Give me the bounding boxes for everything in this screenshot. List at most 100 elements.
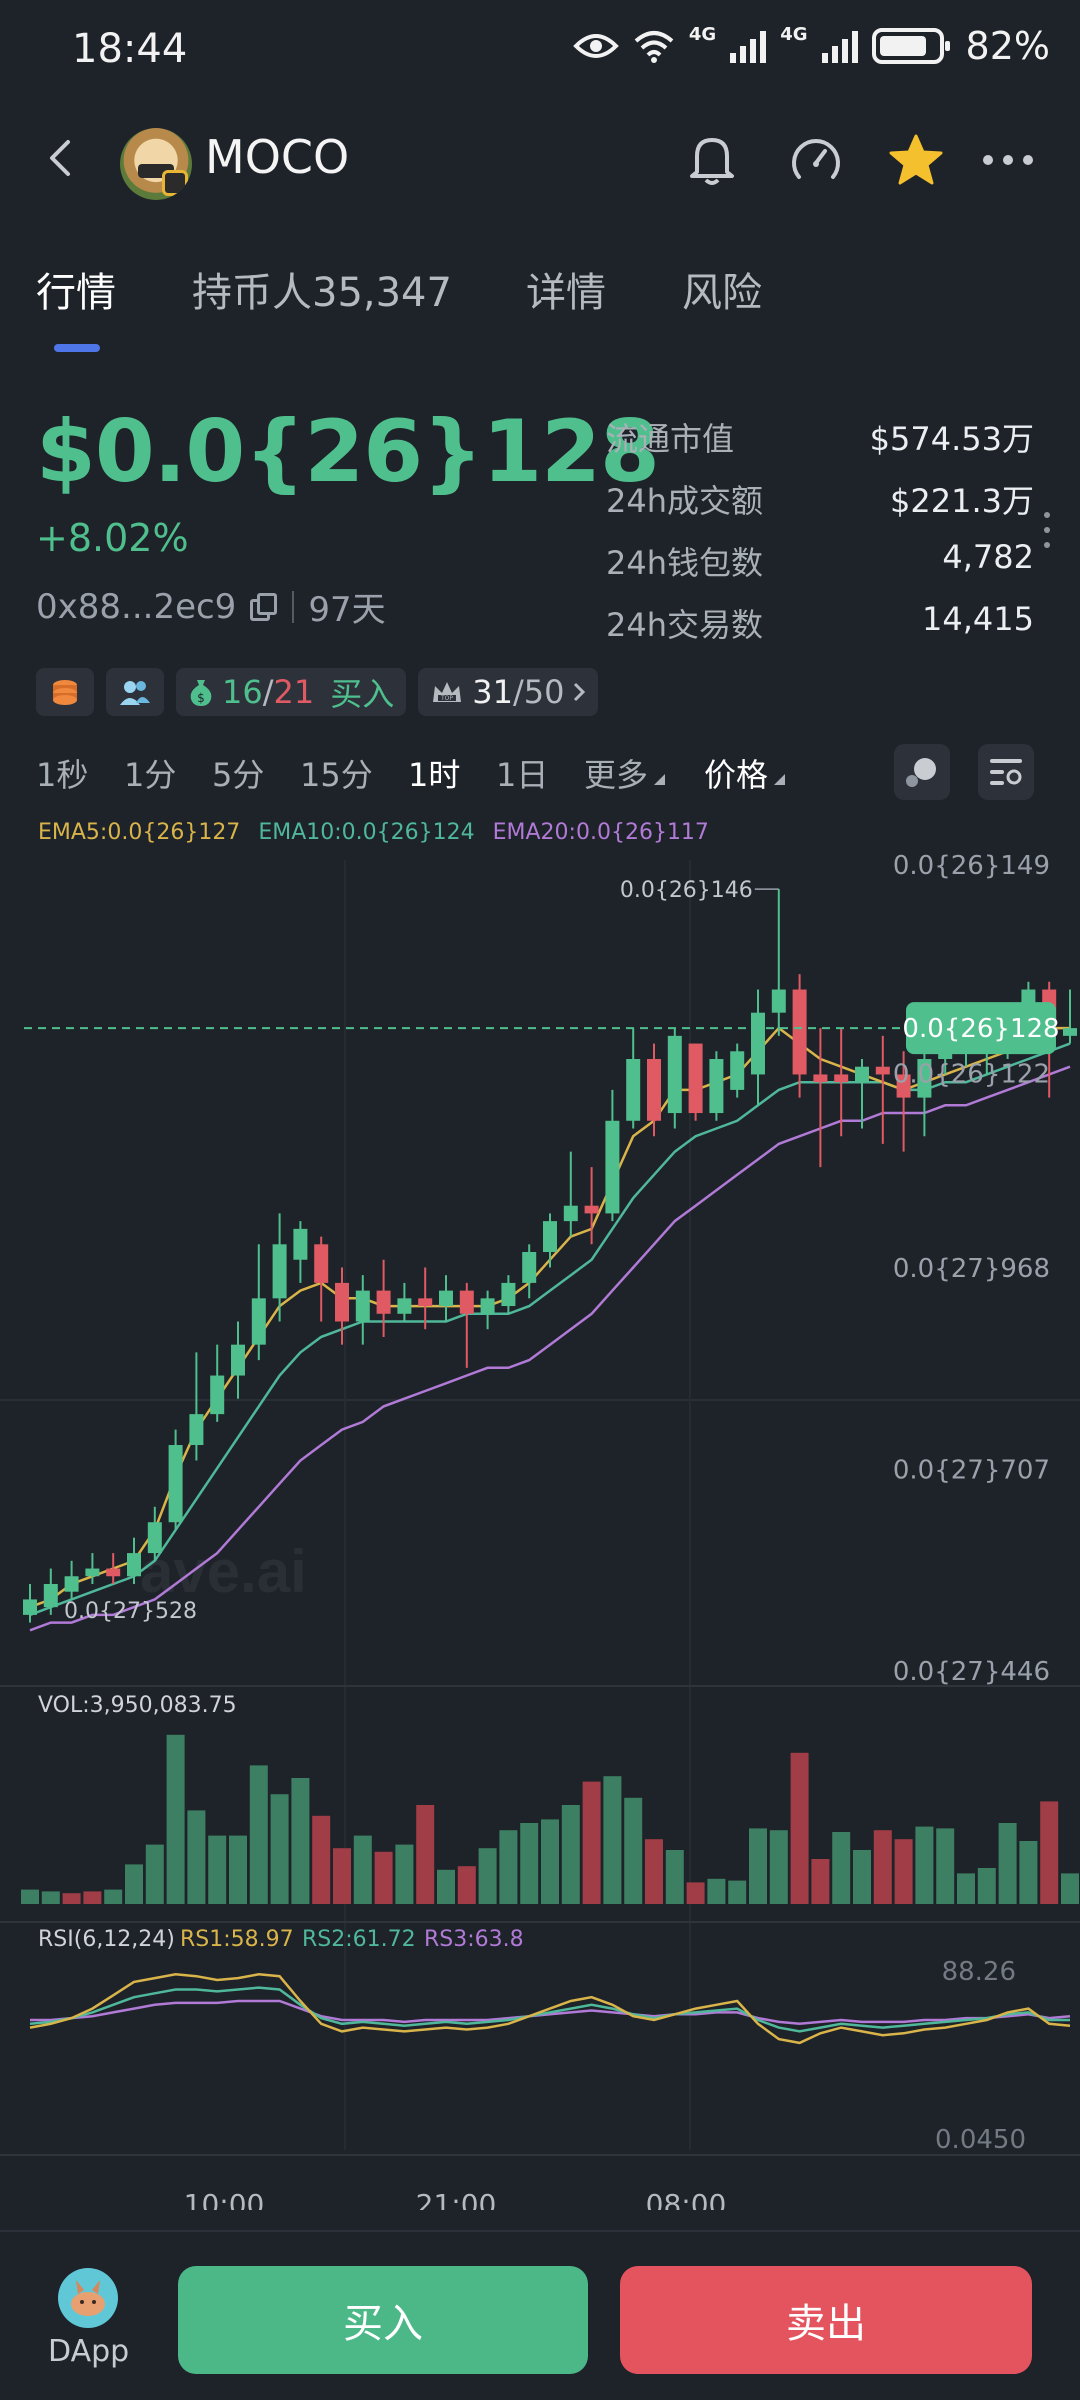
volume-bar	[873, 1830, 892, 1904]
volume-bar	[395, 1844, 414, 1904]
price-axis-label: 0.0{26}122	[893, 1059, 1050, 1089]
indicator-toggle-button[interactable]	[894, 744, 950, 800]
candle-body	[127, 1553, 141, 1577]
top-holders-chip[interactable]: TOP 31/50	[418, 668, 599, 716]
stat-value: $574.53万	[869, 420, 1034, 458]
candle-body	[813, 1074, 828, 1083]
more-icon[interactable]	[978, 130, 1038, 190]
volume-bar	[936, 1828, 955, 1904]
volume-bar	[645, 1839, 663, 1904]
settings-icon	[990, 759, 1022, 785]
volume-bar	[83, 1891, 102, 1904]
slash: /	[262, 673, 274, 711]
buy-button[interactable]: 买入	[178, 2266, 588, 2374]
high-label: 0.0{26}146	[620, 878, 753, 903]
volume-bar	[353, 1835, 372, 1904]
candle-body	[563, 1205, 578, 1222]
candle-body	[439, 1290, 453, 1307]
candle-body	[709, 1059, 724, 1114]
volume-label: VOL:3,950,083.75	[38, 1693, 237, 1718]
stat-label: 流通市值	[606, 420, 735, 458]
volume-bar	[853, 1850, 871, 1904]
chevron-right-icon	[574, 682, 586, 702]
battery-fill	[879, 36, 926, 56]
volume-bar	[41, 1891, 60, 1904]
tab-holders[interactable]: 持币人35,347	[192, 260, 452, 318]
price-chart[interactable]: ave.ai 0.0{26}146 0.0{27}528 0.0{26}128 0.0{…	[0, 840, 1080, 2210]
interval-1h[interactable]: 1时	[408, 750, 460, 796]
stats-more-icon[interactable]	[1043, 512, 1051, 548]
volume-bar	[1040, 1801, 1059, 1904]
volume-bar	[520, 1823, 539, 1904]
tab-risk[interactable]: 风险	[682, 260, 762, 318]
chart-settings-button[interactable]	[978, 744, 1034, 800]
interval-1d[interactable]: 1日	[496, 750, 548, 796]
candle-body	[792, 989, 807, 1075]
star-icon[interactable]	[886, 130, 946, 190]
volume-bar	[665, 1850, 684, 1904]
candle-body	[23, 1599, 37, 1615]
volume-bar	[457, 1866, 476, 1904]
ema10-line	[29, 1042, 1071, 1617]
back-arrow-icon[interactable]	[40, 136, 84, 180]
candle-body	[210, 1375, 225, 1415]
candle-body	[272, 1244, 287, 1299]
candle-body	[730, 1051, 745, 1090]
candle-body	[605, 1120, 620, 1214]
price-axis-label: 0.0{27}707	[893, 1456, 1050, 1486]
candle-body	[855, 1066, 869, 1083]
low-label: 0.0{27}528	[64, 1599, 197, 1624]
battery-percent: 82%	[965, 24, 1050, 68]
divider	[292, 590, 295, 623]
volume-bar	[603, 1776, 622, 1904]
rsi-legend-label: RS3:63.8	[424, 1927, 524, 1952]
interval-more[interactable]: 更多	[584, 750, 666, 796]
price-mode-dropdown[interactable]: 价格	[704, 750, 786, 796]
volume-bar	[291, 1778, 310, 1904]
gauge-icon[interactable]	[786, 130, 846, 190]
stat-row: 24h成交额 $221.3万	[606, 476, 1034, 538]
interval-15m[interactable]: 15分	[300, 750, 373, 796]
contract-address[interactable]: 0x88...2ec9	[36, 587, 236, 627]
volume-bar	[270, 1794, 289, 1904]
tab-market[interactable]: 行情	[36, 260, 116, 318]
candle-body	[85, 1568, 100, 1577]
bell-icon[interactable]	[682, 130, 742, 190]
volume-bar	[208, 1835, 227, 1904]
caret-icon	[654, 774, 666, 785]
money-bag-icon: $	[190, 680, 212, 706]
volume-bar	[790, 1752, 809, 1904]
market-stats: 流通市值 $574.53万 24h成交额 $221.3万 24h钱包数 4,782 2…	[606, 414, 1034, 662]
badge-row: $ 16/21 买入 TOP 31/50	[36, 668, 599, 718]
volume-bar	[686, 1882, 705, 1904]
interval-1m[interactable]: 1分	[124, 750, 176, 796]
candle-body	[875, 1066, 890, 1075]
community-chip[interactable]	[106, 668, 164, 716]
volume-bar	[998, 1823, 1017, 1904]
time-axis-label: 21:00	[416, 2188, 497, 2210]
volume-bar	[832, 1832, 851, 1904]
volume-bar	[1019, 1841, 1038, 1904]
stat-row: 24h钱包数 4,782	[606, 538, 1034, 600]
signal-icon	[821, 29, 858, 63]
sell-button[interactable]: 卖出	[620, 2266, 1032, 2374]
interval-1s[interactable]: 1秒	[36, 750, 88, 796]
volume-bar	[229, 1835, 247, 1904]
price-axis-label: 0.0{26}149	[893, 851, 1050, 881]
candle-body	[397, 1298, 412, 1314]
candle-body	[293, 1228, 308, 1260]
dapp-icon[interactable]	[58, 2268, 118, 2328]
copy-icon[interactable]	[250, 592, 278, 621]
signal-icon	[730, 29, 767, 63]
stat-value: $221.3万	[890, 482, 1034, 520]
stat-label: 24h成交额	[606, 482, 764, 520]
token-name: MOCO	[205, 130, 350, 184]
tab-details[interactable]: 详情	[526, 260, 606, 318]
volume-bar	[374, 1851, 393, 1904]
interval-5m[interactable]: 5分	[212, 750, 264, 796]
smart-money-chip[interactable]: $ 16/21 买入	[176, 668, 407, 716]
volume-bar	[187, 1810, 206, 1904]
tab-bar: 行情 持币人35,347 详情 风险	[0, 260, 1080, 360]
volume-bar	[624, 1797, 643, 1904]
coins-chip[interactable]	[36, 668, 94, 716]
